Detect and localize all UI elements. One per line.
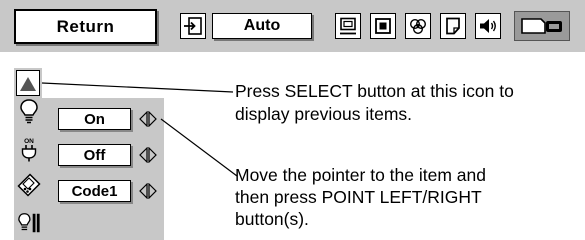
up-triangle-icon	[20, 77, 36, 91]
pointer-instruction-line: Move the pointer to the item and	[235, 165, 486, 185]
left-right-arrows-icon[interactable]	[138, 145, 158, 165]
select-instruction: Press SELECT button at this icon to disp…	[235, 80, 585, 126]
pointer-leader-line	[160, 118, 238, 177]
lamp-icon[interactable]	[17, 98, 41, 124]
select-leader-line	[41, 82, 234, 93]
previous-items-button[interactable]	[16, 70, 40, 96]
select-instruction-line: Press SELECT button at this icon to	[235, 81, 514, 101]
lamp-tools-icon[interactable]	[17, 210, 41, 236]
page-icon[interactable]	[440, 13, 466, 39]
color-icon[interactable]	[405, 13, 431, 39]
mode-value-field[interactable]: Auto	[212, 13, 312, 39]
input-source-icon[interactable]	[180, 13, 206, 39]
pointer-instruction-line: button(s).	[235, 209, 309, 229]
remote-code-icon[interactable]	[17, 172, 41, 198]
pointer-instruction: Move the pointer to the item and then pr…	[235, 164, 580, 230]
lamp-value-field[interactable]: On	[58, 108, 131, 130]
left-right-arrows-icon[interactable]	[138, 181, 158, 201]
svg-text:ON: ON	[24, 138, 34, 145]
select-instruction-line: display previous items.	[235, 104, 413, 124]
pointer-instruction-line: then press POINT LEFT/RIGHT	[235, 187, 482, 207]
return-button[interactable]: Return	[14, 9, 157, 44]
left-right-arrows-icon[interactable]	[138, 109, 158, 129]
power-on-value-field[interactable]: Off	[58, 144, 131, 166]
speaker-icon[interactable]	[475, 13, 501, 39]
remote-code-value-field[interactable]: Code1	[58, 180, 131, 202]
screen-icon[interactable]	[335, 13, 361, 39]
power-on-icon[interactable]: ON	[17, 136, 41, 162]
square-icon[interactable]	[370, 13, 396, 39]
projector-icon[interactable]	[514, 11, 570, 41]
